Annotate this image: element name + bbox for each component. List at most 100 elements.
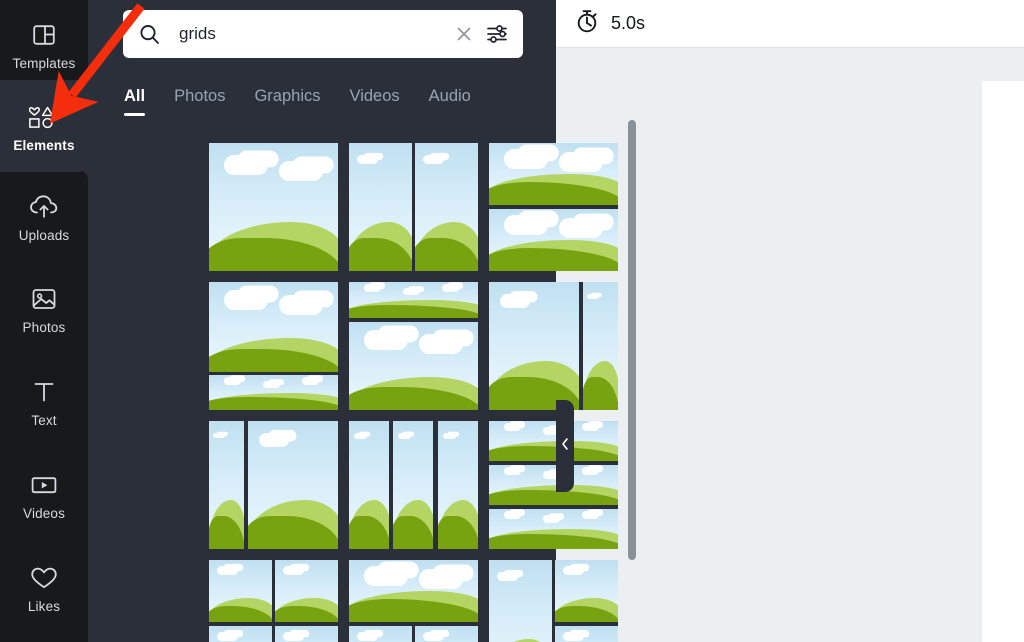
- cloud-shape: [581, 423, 599, 432]
- cloud-shape: [258, 432, 290, 447]
- grid-cell[interactable]: [489, 465, 618, 505]
- elements-icon: [29, 102, 59, 132]
- grid-template-card[interactable]: [489, 560, 618, 642]
- cloud-shape: [504, 148, 549, 169]
- grid-cell[interactable]: [583, 282, 618, 410]
- cloud-shape: [581, 467, 599, 476]
- elements-panel: All Photos Graphics Videos Audio: [88, 0, 636, 642]
- grid-cell[interactable]: [209, 375, 338, 410]
- sidebar-item-templates[interactable]: Templates: [0, 0, 88, 90]
- results-row: [209, 143, 621, 271]
- grid-template-card[interactable]: [209, 143, 338, 271]
- grid-cell[interactable]: [209, 143, 338, 271]
- sidebar-item-uploads[interactable]: Uploads: [0, 172, 88, 262]
- sidebar-item-label: Likes: [27, 598, 61, 614]
- result-tabs: All Photos Graphics Videos Audio: [124, 80, 500, 116]
- design-canvas-area[interactable]: [556, 49, 1024, 642]
- sidebar-item-label: Photos: [22, 319, 66, 335]
- grid-cell[interactable]: [275, 626, 338, 642]
- results-scrollbar-thumb[interactable]: [628, 120, 636, 560]
- grid-cell[interactable]: [209, 421, 244, 549]
- grid-template-card[interactable]: [489, 143, 618, 271]
- grid-template-card[interactable]: [209, 560, 338, 642]
- sidebar-item-text[interactable]: Text: [0, 357, 88, 447]
- sliders-filter-icon[interactable]: [483, 20, 511, 48]
- grid-cell[interactable]: [555, 560, 618, 622]
- grid-template-card[interactable]: [489, 421, 618, 549]
- cloud-shape: [224, 290, 269, 311]
- cloud-shape: [278, 294, 323, 315]
- tab-graphics[interactable]: Graphics: [254, 87, 320, 117]
- grid-cell[interactable]: [438, 421, 478, 549]
- sidebar-item-elements[interactable]: Elements: [0, 82, 88, 172]
- grid-cell[interactable]: [209, 560, 272, 622]
- cloud-shape: [263, 380, 280, 389]
- grid-cell[interactable]: [349, 143, 412, 271]
- grid-template-card[interactable]: [349, 143, 478, 271]
- cloud-shape: [442, 432, 457, 439]
- chevron-left-icon: [559, 437, 571, 456]
- grid-cell[interactable]: [489, 143, 618, 205]
- grid-cell[interactable]: [489, 209, 618, 271]
- tab-photos[interactable]: Photos: [174, 87, 225, 117]
- grid-cell[interactable]: [275, 560, 338, 622]
- cloud-shape: [301, 377, 319, 385]
- app-root: 5.0s grids All Photos Graphics Videos Au…: [0, 0, 1024, 642]
- grid-cell[interactable]: [349, 421, 389, 549]
- grid-cell[interactable]: [349, 322, 478, 410]
- grid-cell[interactable]: [393, 421, 433, 549]
- search-input[interactable]: [177, 23, 451, 45]
- grid-cell[interactable]: [555, 626, 618, 642]
- grid-cell[interactable]: [415, 626, 478, 642]
- grid-cell[interactable]: [415, 143, 478, 271]
- grid-cell[interactable]: [489, 560, 552, 642]
- grid-template-card[interactable]: [349, 421, 478, 549]
- grid-cell[interactable]: [489, 421, 618, 461]
- grid-cell[interactable]: [349, 282, 478, 318]
- cloud-shape: [496, 571, 518, 582]
- grid-cell[interactable]: [349, 560, 478, 622]
- cloud-shape: [562, 565, 584, 576]
- timer-value: 5.0s: [611, 13, 646, 33]
- cloud-shape: [364, 284, 382, 292]
- collapse-panel-button[interactable]: [556, 400, 574, 492]
- cloud-shape: [216, 631, 238, 642]
- results-scrollbar-track[interactable]: [628, 120, 636, 620]
- grid-template-card[interactable]: [489, 282, 618, 410]
- grid-cell[interactable]: [209, 626, 272, 642]
- sidebar-item-photos[interactable]: Photos: [0, 264, 88, 354]
- cloud-shape: [441, 284, 459, 292]
- sidebar-item-likes[interactable]: Likes: [0, 543, 88, 633]
- canvas-page[interactable]: [982, 81, 1024, 642]
- close-icon[interactable]: [451, 21, 477, 47]
- grid-cell[interactable]: [209, 282, 338, 372]
- cloud-shape: [216, 565, 238, 576]
- sidebar-item-label: Text: [31, 412, 57, 428]
- cloud-shape: [422, 631, 444, 642]
- grid-cell[interactable]: [489, 282, 579, 410]
- tab-videos[interactable]: Videos: [350, 87, 400, 117]
- cloud-shape: [353, 432, 368, 439]
- tab-audio[interactable]: Audio: [429, 87, 471, 117]
- sidebar-item-label: Templates: [12, 55, 76, 71]
- search-bar[interactable]: [123, 10, 523, 58]
- search-results-grid[interactable]: [209, 143, 621, 642]
- stopwatch-icon: [574, 8, 600, 39]
- grid-template-card[interactable]: [209, 421, 338, 549]
- cloud-shape: [418, 568, 463, 589]
- left-sidebar: Templates Elements Uploads Photos Text V…: [0, 0, 88, 642]
- sidebar-item-videos[interactable]: Videos: [0, 450, 88, 540]
- grid-cell[interactable]: [349, 626, 412, 642]
- grid-template-card[interactable]: [209, 282, 338, 410]
- grid-template-card[interactable]: [349, 560, 478, 642]
- grid-template-card[interactable]: [349, 282, 478, 410]
- cloud-shape: [418, 334, 463, 355]
- timer-indicator: 5.0s: [574, 8, 645, 39]
- cloud-shape: [504, 467, 522, 476]
- grid-cell[interactable]: [248, 421, 338, 549]
- top-bar: 5.0s: [556, 0, 1024, 48]
- grid-cell[interactable]: [489, 509, 618, 549]
- cloud-shape: [543, 515, 560, 524]
- cloud-shape: [562, 631, 584, 642]
- tab-all[interactable]: All: [124, 87, 146, 117]
